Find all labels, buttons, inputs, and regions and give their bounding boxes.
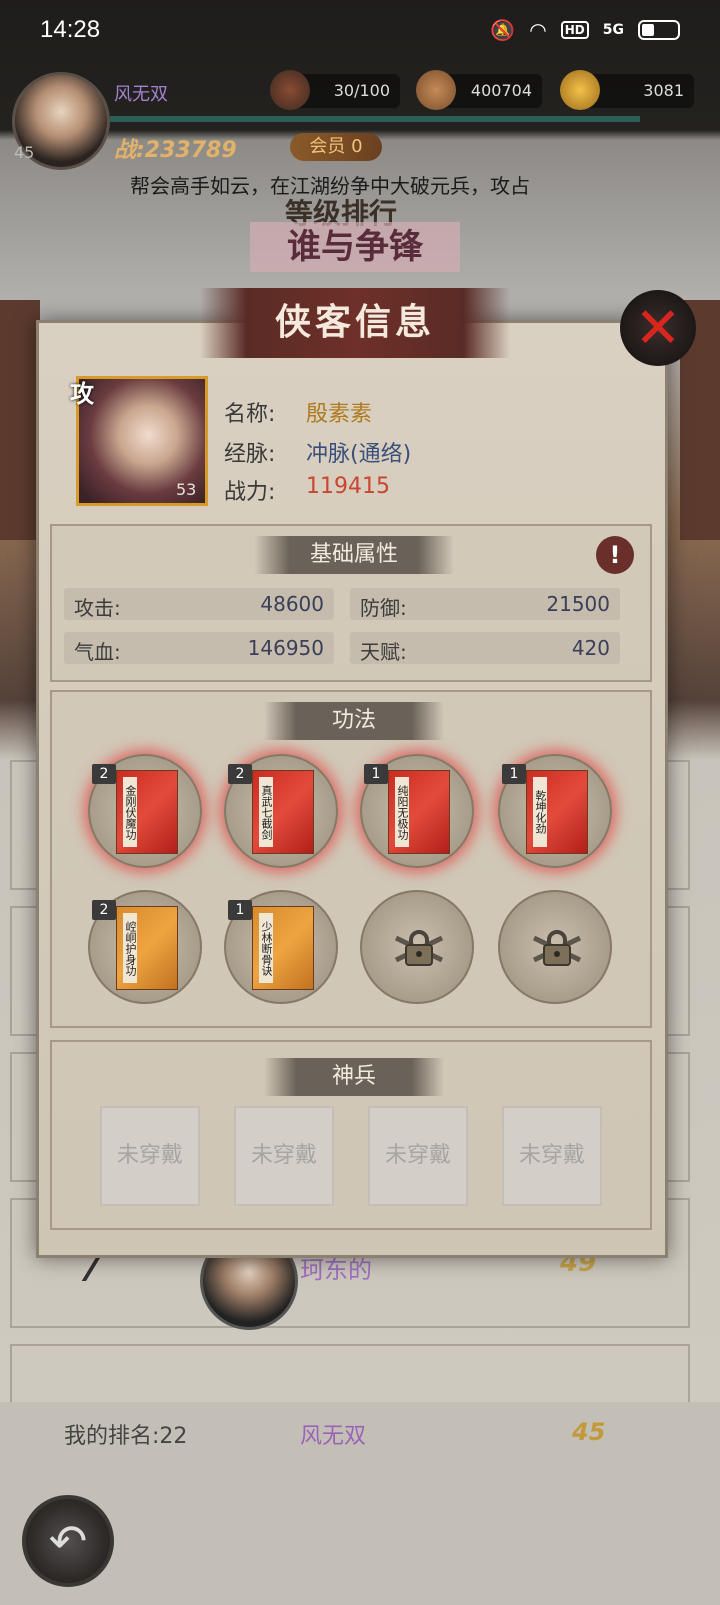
skill-book-icon: 金刚伏魔功 (116, 770, 178, 854)
skills-title: 功法 (264, 702, 444, 740)
skill-name: 崆峒护身功 (123, 913, 137, 983)
my-rank: 我的排名:22 (64, 1424, 188, 1449)
skill-slot-locked[interactable] (498, 890, 612, 1004)
info-icon[interactable]: ! (596, 536, 634, 574)
my-level: 45 (572, 1418, 606, 1446)
weapons-title: 神兵 (264, 1058, 444, 1096)
signal-icon: 5G (602, 22, 624, 38)
weapon-slot[interactable]: 未穿戴 (368, 1106, 468, 1206)
close-icon: ✕ (634, 295, 682, 361)
skill-level: 1 (228, 900, 252, 920)
stat-label: 气血: (74, 640, 121, 664)
skill-name: 乾坤化劲 (533, 777, 547, 847)
lock-icon (394, 930, 444, 966)
stat-hp: 气血: 146950 (64, 632, 334, 664)
stat-value: 146950 (247, 636, 324, 660)
skill-slot[interactable]: 少林断骨诀 1 (224, 890, 338, 1004)
back-button[interactable]: ↶ (22, 1495, 114, 1587)
close-button[interactable]: ✕ (620, 290, 696, 366)
stamina-jar-icon (270, 70, 310, 110)
skill-book-icon: 少林断骨诀 (252, 906, 314, 990)
skill-slot[interactable]: 乾坤化劲 1 (498, 754, 612, 868)
gold-value: 3081 (643, 81, 684, 100)
hero-power-label: 战力: (224, 480, 276, 505)
hero-level: 53 (176, 480, 197, 499)
stat-defense: 防御: 21500 (350, 588, 620, 620)
my-name: 风无双 (300, 1424, 367, 1449)
stat-value: 420 (571, 636, 610, 660)
stat-value: 48600 (260, 592, 324, 616)
gold-ingot-icon (560, 70, 600, 110)
battery-icon (638, 20, 680, 40)
resource-copper[interactable]: 400704 (416, 70, 542, 110)
stat-label: 攻击: (74, 596, 121, 620)
skill-name: 真武七截剑 (259, 777, 273, 847)
basic-attributes-title: 基础属性 (254, 536, 454, 574)
skill-level: 2 (92, 764, 116, 784)
resource-gold[interactable]: 3081 (560, 70, 694, 110)
wifi-icon: ◠ (529, 18, 547, 42)
skill-name: 纯阳无极功 (395, 777, 409, 847)
skill-slot[interactable]: 金刚伏魔功 2 (88, 754, 202, 868)
skill-name: 金刚伏魔功 (123, 777, 137, 847)
weapon-slot[interactable]: 未穿戴 (234, 1106, 334, 1206)
skill-book-icon: 崆峒护身功 (116, 906, 178, 990)
skill-slot[interactable]: 真武七截剑 2 (224, 754, 338, 868)
skill-slot[interactable]: 崆峒护身功 2 (88, 890, 202, 1004)
status-bar: 14:28 🔕 ◠ HD 5G (0, 0, 720, 64)
copper-value: 400704 (470, 81, 532, 100)
hd-icon: HD (560, 21, 589, 39)
mute-icon: 🔕 (490, 18, 516, 42)
skill-slot-locked[interactable] (360, 890, 474, 1004)
resource-stamina[interactable]: 30/100 (270, 70, 400, 110)
hero-meridian-label: 经脉: (224, 442, 276, 467)
skill-book-icon: 纯阳无极功 (388, 770, 450, 854)
skill-level: 2 (92, 900, 116, 920)
stat-value: 21500 (546, 592, 610, 616)
stat-attack: 攻击: 48600 (64, 588, 334, 620)
hero-power: 119415 (306, 474, 390, 499)
skill-book-icon: 乾坤化劲 (526, 770, 588, 854)
skill-book-icon: 真武七截剑 (252, 770, 314, 854)
hero-name: 殷素素 (306, 402, 373, 427)
player-power: 战:233789 (114, 138, 237, 163)
stamina-value: 30/100 (333, 81, 390, 100)
lock-icon (532, 930, 582, 966)
experience-bar (110, 116, 640, 122)
copper-coin-icon (416, 70, 456, 110)
hero-name-label: 名称: (224, 402, 276, 427)
stat-label: 防御: (360, 596, 407, 620)
ranking-title: 谁与争锋 (250, 222, 460, 272)
skill-level: 1 (502, 764, 526, 784)
hero-meridian: 冲脉(通络) (306, 442, 412, 467)
skill-level: 2 (228, 764, 252, 784)
skill-name: 少林断骨诀 (259, 913, 273, 983)
player-level: 45 (14, 143, 35, 162)
hero-role-tag: 攻 (70, 380, 94, 408)
left-banner (0, 300, 40, 540)
back-arrow-icon: ↶ (48, 1514, 88, 1568)
clock: 14:28 (40, 16, 101, 43)
weapon-slot[interactable]: 未穿戴 (502, 1106, 602, 1206)
weapon-slot[interactable]: 未穿戴 (100, 1106, 200, 1206)
stat-label: 天赋: (360, 640, 407, 664)
vip-badge[interactable]: 会员 0 (290, 133, 382, 161)
skill-slot[interactable]: 纯阳无极功 1 (360, 754, 474, 868)
player-name: 风无双 (114, 84, 168, 105)
modal-title: 侠客信息 (200, 288, 510, 358)
stat-talent: 天赋: 420 (350, 632, 620, 664)
skill-level: 1 (364, 764, 388, 784)
